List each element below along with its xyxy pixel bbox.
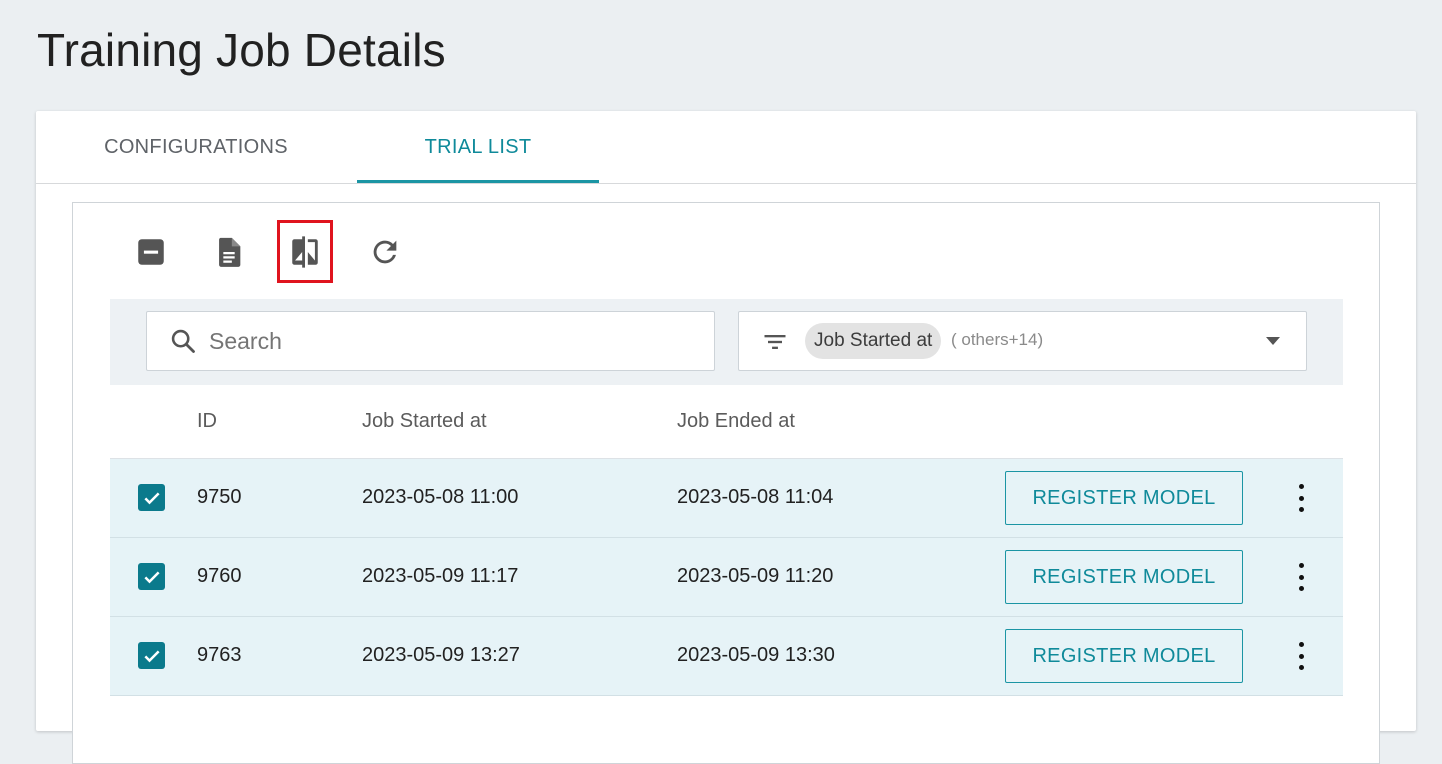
search-icon xyxy=(171,329,195,353)
header-job-ended[interactable]: Job Ended at xyxy=(677,410,795,433)
register-model-button[interactable]: REGISTER MODEL xyxy=(1005,550,1243,604)
job-details-card: CONFIGURATIONS TRIAL LIST Search Job Sta… xyxy=(36,111,1416,764)
cell-job-started: 2023-05-09 13:27 xyxy=(362,644,520,666)
filter-list-icon xyxy=(764,335,786,349)
compare-icon xyxy=(292,235,318,268)
table-row[interactable]: 9760 2023-05-09 11:17 2023-05-09 11:20 R… xyxy=(110,538,1343,617)
cell-job-started: 2023-05-09 11:17 xyxy=(362,565,519,587)
trial-list-panel: Job Started at ( others+14) ID Job Start… xyxy=(72,202,1380,764)
header-job-started[interactable]: Job Started at xyxy=(362,410,487,433)
search-input[interactable] xyxy=(207,326,691,356)
cell-id: 9763 xyxy=(197,644,242,666)
cell-job-ended: 2023-05-09 11:20 xyxy=(677,565,834,587)
column-chip: Job Started at xyxy=(805,323,942,359)
trial-table: ID Job Started at Job Ended at 9750 2023… xyxy=(110,385,1343,696)
register-model-button[interactable]: REGISTER MODEL xyxy=(1005,629,1243,683)
refresh-icon xyxy=(373,240,397,264)
search-box xyxy=(146,311,715,371)
more-vert-icon[interactable] xyxy=(1286,482,1316,514)
check-icon xyxy=(143,492,160,504)
collapse-button[interactable] xyxy=(124,222,178,282)
register-model-button[interactable]: REGISTER MODEL xyxy=(1005,471,1243,525)
filter-bar: Job Started at ( others+14) xyxy=(110,299,1343,386)
table-header: ID Job Started at Job Ended at xyxy=(110,385,1343,459)
tab-trial-list[interactable]: TRIAL LIST xyxy=(357,111,599,183)
page-title: Training Job Details xyxy=(37,24,446,76)
tab-configurations[interactable]: CONFIGURATIONS xyxy=(70,111,322,183)
report-icon xyxy=(219,237,241,267)
table-row[interactable]: 9750 2023-05-08 11:00 2023-05-08 11:04 R… xyxy=(110,459,1343,538)
chevron-down-icon[interactable] xyxy=(1266,337,1280,345)
report-button[interactable] xyxy=(202,222,256,282)
row-checkbox[interactable] xyxy=(138,563,165,590)
header-id[interactable]: ID xyxy=(197,410,217,433)
more-vert-icon[interactable] xyxy=(1286,561,1316,593)
row-checkbox[interactable] xyxy=(138,484,165,511)
compare-button[interactable] xyxy=(277,220,333,283)
others-count: ( others+14) xyxy=(951,330,1044,349)
check-icon xyxy=(143,571,160,583)
check-icon xyxy=(143,650,160,662)
collapse-icon xyxy=(138,239,164,265)
more-vert-icon[interactable] xyxy=(1286,640,1316,672)
row-checkbox[interactable] xyxy=(138,642,165,669)
cell-job-ended: 2023-05-09 13:30 xyxy=(677,644,835,666)
tab-bar: CONFIGURATIONS TRIAL LIST xyxy=(36,111,1416,184)
cell-job-ended: 2023-05-08 11:04 xyxy=(677,486,834,508)
active-tab-indicator xyxy=(357,180,599,183)
cell-job-started: 2023-05-08 11:00 xyxy=(362,486,519,508)
table-row[interactable]: 9763 2023-05-09 13:27 2023-05-09 13:30 R… xyxy=(110,617,1343,696)
column-select[interactable]: Job Started at ( others+14) xyxy=(738,311,1307,371)
cell-id: 9760 xyxy=(197,565,242,587)
cell-id: 9750 xyxy=(197,486,242,508)
refresh-button[interactable] xyxy=(358,222,412,282)
